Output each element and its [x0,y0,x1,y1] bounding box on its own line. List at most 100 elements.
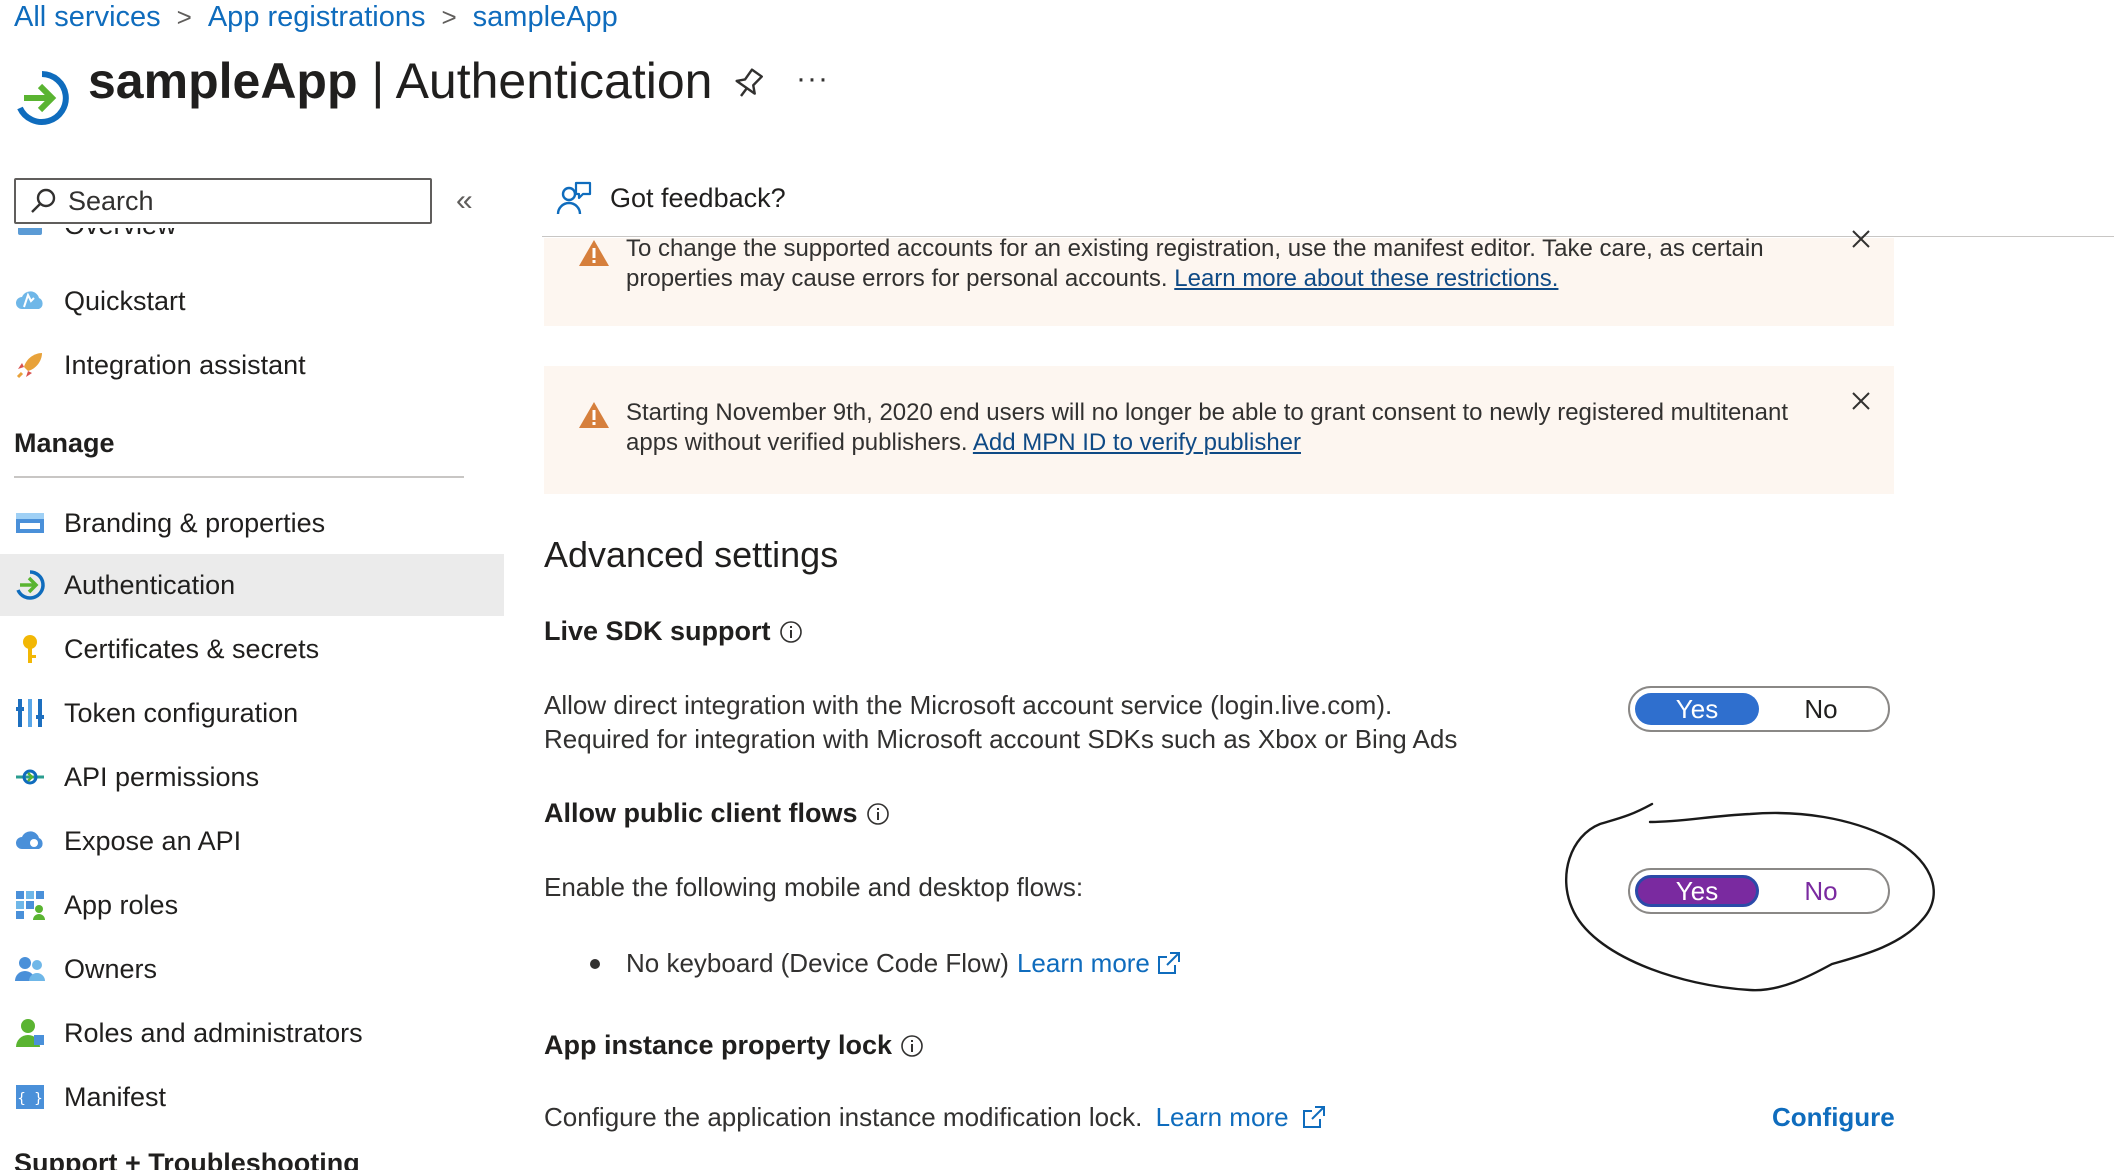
sidebar-item-label: Overview [64,228,177,241]
configure-link[interactable]: Configure [1772,1102,1895,1133]
device-code-flow-label: No keyboard (Device Code Flow) [626,948,1009,978]
warning-icon [579,402,609,428]
warning-icon [579,240,609,266]
breadcrumb-sample-app[interactable]: sampleApp [473,1,618,34]
sidebar-item-overview[interactable]: Overview [0,228,504,256]
feedback-label: Got feedback? [610,182,786,213]
authentication-icon [16,570,45,600]
warning-banner-accounts: To change the supported accounts for an … [544,230,1894,326]
device-code-flow-item: No keyboard (Device Code Flow) Learn mor… [590,948,1182,979]
support-heading: Support + Troubleshooting [14,1148,360,1170]
search-input[interactable] [66,184,410,218]
roles-admin-icon [16,1019,44,1047]
chevron-right-icon: > [441,1,457,32]
live-sdk-line-2: Required for integration with Microsoft … [544,724,1458,754]
sidebar-nav: Overview Quickstart Integration assistan… [0,228,505,1170]
learn-more-label: Learn more [1155,1102,1289,1132]
sidebar-item-label: API permissions [64,761,260,792]
app-instance-lock-description: Configure the application instance modif… [544,1100,1327,1134]
close-icon[interactable] [1850,390,1872,412]
breadcrumb-app-registrations[interactable]: App registrations [208,1,426,34]
sidebar-item-label: Branding & properties [64,507,326,538]
sidebar-item-expose-an-api[interactable]: Expose an API [0,810,504,872]
sidebar-item-label: Expose an API [64,825,242,856]
live-sdk-line-1: Allow direct integration with the Micros… [544,690,1393,720]
live-sdk-toggle[interactable]: Yes No [1628,686,1890,732]
close-icon[interactable] [1850,228,1872,250]
chevron-right-icon: > [176,1,192,32]
overview-icon [18,228,42,235]
feedback-person-icon [556,181,592,215]
breadcrumb-all-services[interactable]: All services [14,1,161,34]
banner-text: Starting November 9th, 2020 end users wi… [626,398,1826,458]
bullet-dot [590,958,600,969]
page-title: sampleApp | Authentication [88,52,712,110]
device-code-learn-more-link[interactable]: Learn more [1017,948,1182,979]
sidebar-item-certificates[interactable]: Certificates & secrets [0,618,504,680]
app-instance-lock-label: App instance property lock [544,1030,893,1060]
info-icon[interactable] [900,1034,924,1058]
live-sdk-title: Live SDK support [544,616,803,647]
sidebar-item-quickstart[interactable]: Quickstart [0,270,504,332]
manage-divider [14,476,464,478]
sidebar-item-label: Token configuration [64,697,299,728]
app-roles-icon [16,891,45,920]
live-sdk-label: Live SDK support [544,616,771,646]
learn-more-label: Learn more [1016,948,1150,978]
feedback-button[interactable]: Got feedback? [556,180,786,216]
sidebar-item-label: App roles [64,889,179,920]
page-title-page: Authentication [395,53,713,109]
manifest-icon: { } [16,1085,44,1109]
collapse-sidebar-icon[interactable]: « [456,184,473,218]
lock-description-text: Configure the application instance modif… [544,1102,1143,1132]
warning-banner-publisher: Starting November 9th, 2020 end users wi… [544,366,1894,494]
authentication-icon [17,71,69,125]
pin-icon[interactable] [733,66,763,102]
public-client-flows-label: Allow public client flows [544,798,858,828]
sidebar-item-owners[interactable]: Owners [0,938,504,1000]
hand-drawn-circle-annotation [1564,802,1935,992]
token-bars-icon [16,699,44,727]
sidebar-item-api-permissions[interactable]: API permissions [0,746,504,808]
sidebar-item-label: Owners [64,953,158,984]
search-field[interactable] [14,178,432,224]
search-icon [31,188,56,213]
owners-icon [15,957,45,981]
sidebar-item-app-roles[interactable]: App roles [0,874,504,936]
learn-more-restrictions-link[interactable]: Learn more about these restrictions. [1174,265,1558,292]
info-icon[interactable] [779,620,803,644]
manage-heading: Manage [14,428,115,458]
sidebar-item-integration-assistant[interactable]: Integration assistant [0,334,504,396]
add-mpn-id-link[interactable]: Add MPN ID to verify publisher [973,429,1301,456]
external-link-icon [1157,952,1180,974]
sidebar-item-branding[interactable]: Branding & properties [0,492,504,554]
advanced-settings-title: Advanced settings [544,534,839,575]
breadcrumb: All services > App registrations > sampl… [14,0,618,34]
sidebar-item-token-configuration[interactable]: Token configuration [0,682,504,744]
sidebar-item-authentication[interactable]: Authentication [0,554,504,616]
rocket-icon [16,353,42,379]
more-options-icon[interactable]: ··· [796,62,829,96]
svg-text:{ }: { } [17,1091,42,1107]
sidebar-item-label: Manifest [64,1081,167,1112]
sidebar-item-roles-administrators[interactable]: Roles and administrators [0,1002,504,1064]
live-sdk-description: Allow direct integration with the Micros… [544,688,1457,756]
public-client-flows-title: Allow public client flows [544,798,890,829]
page-title-divider: | [371,53,385,109]
api-permissions-icon [16,769,44,785]
cloud-api-icon [16,831,43,849]
sidebar-item-label: Roles and administrators [64,1017,363,1048]
sidebar-item-label: Certificates & secrets [64,633,320,664]
quickstart-cloud-icon [16,291,43,309]
live-sdk-yes-option[interactable]: Yes [1635,693,1759,725]
sidebar-item-label: Authentication [64,569,236,600]
banner-text: To change the supported accounts for an … [626,234,1826,294]
sidebar-item-manifest[interactable]: { } Manifest [0,1066,504,1128]
app-instance-lock-title: App instance property lock [544,1030,924,1061]
info-icon[interactable] [866,802,890,826]
live-sdk-no-option[interactable]: No [1759,693,1883,725]
public-client-description: Enable the following mobile and desktop … [544,872,1084,902]
page-title-app: sampleApp [88,53,358,109]
key-icon [23,635,37,663]
lock-learn-more-link[interactable]: Learn more [1156,1102,1327,1132]
